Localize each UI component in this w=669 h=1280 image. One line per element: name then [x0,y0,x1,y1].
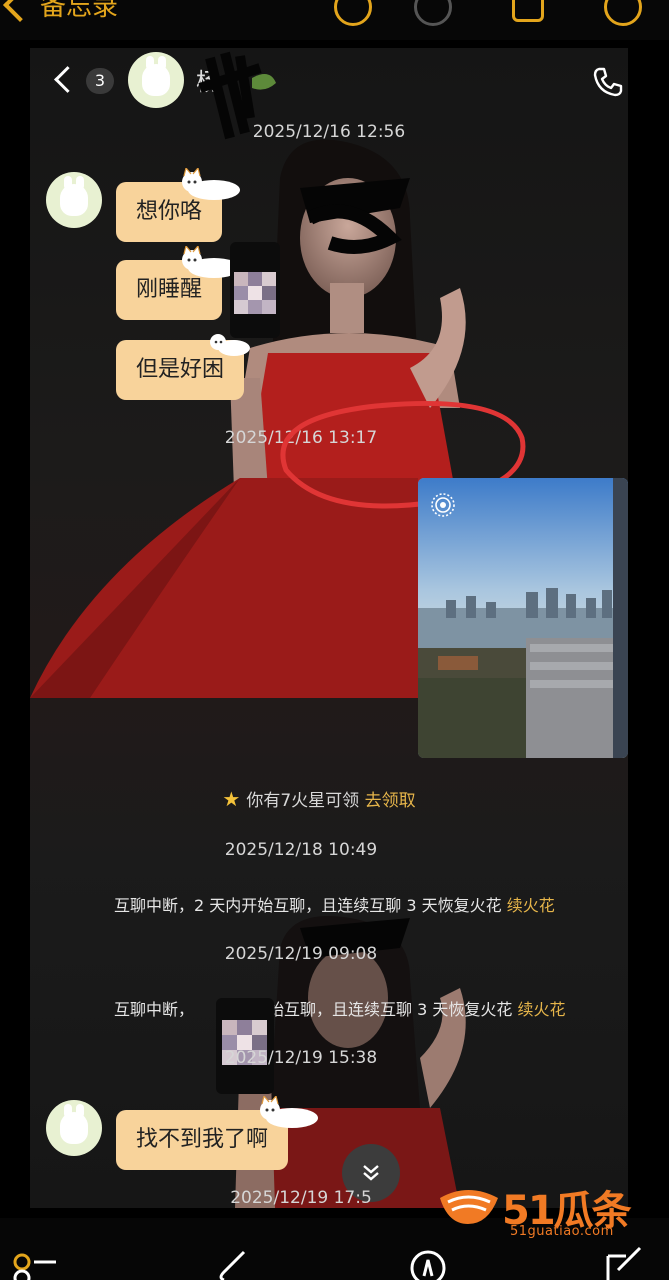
pixelated-phone-redaction [216,998,274,1094]
cat-sticker-icon [182,168,240,200]
cat-sticker-icon [260,1096,318,1128]
watermark-url: 51guatiao.com [510,1224,614,1239]
chat-screenshot: 3 杨 2025/12/16 12:56 想你咯 刚睡醒 但是好困 2025/1… [30,48,628,1208]
back-icon[interactable] [54,66,81,93]
system-message-text-right: 始互聊，且连续互聊 3 天恢复火花 [268,1000,513,1019]
paperclip-icon[interactable] [214,1248,254,1280]
star-reward-notice: ★ 你有7火星可领 去领取 [30,786,618,811]
system-message: 互聊中断， 始互聊，且连续互聊 3 天恢复火花 续火花 [114,996,628,1020]
renew-spark-link[interactable]: 续火花 [517,1000,565,1019]
unread-badge: 3 [86,68,114,94]
phone-call-icon[interactable] [592,66,624,98]
notes-back-label: 备忘录 [40,0,119,22]
notes-back-button[interactable]: 备忘录 [0,0,118,23]
star-icon: ★ [222,787,241,811]
renew-spark-link[interactable]: 续火花 [507,896,555,915]
pen-markup-icon[interactable] [408,1248,448,1280]
markup-icon[interactable] [414,0,452,26]
chevron-left-icon [3,0,37,22]
system-message-text: 互聊中断，2 天内开始互聊，且连续互聊 3 天恢复火花 [114,896,502,915]
contact-message-avatar[interactable] [46,172,102,228]
more-icon[interactable] [604,0,642,26]
live-photo-icon [431,493,455,517]
attachment-icon[interactable] [334,0,372,26]
contact-avatar[interactable] [128,52,184,108]
melon-logo-icon [440,1190,498,1224]
system-message: 互聊中断，2 天内开始互聊，且连续互聊 3 天恢复火花 续火花 [114,892,628,916]
contact-message-avatar[interactable] [46,1100,102,1156]
pixelated-phone-redaction [230,242,280,338]
checklist-icon[interactable] [12,1252,58,1280]
claim-stars-link[interactable]: 去领取 [365,791,416,811]
timestamp: 2025/12/19 15:38 [224,1048,378,1068]
watermark-logo: 51瓜条 51guatiao.com [438,1178,650,1242]
share-icon[interactable] [512,0,544,22]
chat-header: 3 杨 [30,48,628,140]
compose-icon[interactable] [604,1246,644,1280]
city-skyline-photo [418,478,628,758]
timestamp: 2025/12/19 09:08 [224,944,378,964]
system-message-text-left: 互聊中断， [114,1000,195,1019]
double-chevron-down-icon [363,1165,379,1181]
notes-top-bar: 备忘录 [0,0,669,40]
timestamp: 2025/12/16 12:56 [252,122,406,142]
timestamp: 2025/12/18 10:49 [224,840,378,860]
photo-message[interactable] [418,478,628,758]
star-notice-text: 你有7火星可领 [246,791,360,811]
